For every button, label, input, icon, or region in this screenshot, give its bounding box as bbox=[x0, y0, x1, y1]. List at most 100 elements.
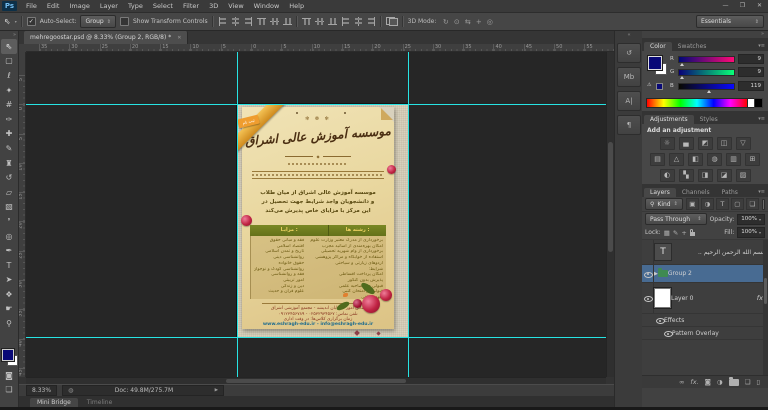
layer-filter-icon[interactable]: ◑ bbox=[700, 198, 714, 210]
tab-swatches[interactable]: Swatches bbox=[672, 42, 713, 51]
foreground-color-swatch[interactable] bbox=[647, 55, 663, 71]
distribute-right-edges-icon[interactable] bbox=[367, 17, 376, 26]
menu-item[interactable]: Edit bbox=[42, 0, 65, 12]
gamut-warning-icon[interactable]: ⚠ bbox=[647, 82, 651, 88]
eraser-tool[interactable]: ▱ bbox=[1, 185, 17, 200]
blue-value-field[interactable]: 119 bbox=[737, 81, 764, 91]
distribute-vertical-centers-icon[interactable] bbox=[315, 17, 324, 26]
layer-row-layer0[interactable]: Layer 0 fx. bbox=[642, 283, 768, 314]
layer-row-group[interactable]: ▶ Group 2 bbox=[642, 265, 768, 283]
menu-item[interactable]: Window bbox=[249, 0, 285, 12]
menu-item[interactable]: Select bbox=[148, 0, 178, 12]
menu-item[interactable]: File bbox=[21, 0, 42, 12]
pen-tool[interactable]: ✒ bbox=[1, 243, 17, 258]
lock-paint-icon[interactable]: ✎ bbox=[673, 229, 678, 237]
adjustment-icon[interactable]: ▨ bbox=[735, 169, 751, 182]
layer-name[interactable]: Layer 0 bbox=[671, 295, 693, 302]
blur-tool[interactable]: ❜ bbox=[1, 214, 17, 229]
layer-row-type[interactable]: T بسم الله الرحمن الرحيم .. bbox=[642, 240, 768, 265]
tab-layers[interactable]: Layers bbox=[644, 188, 676, 197]
panel-menu-icon[interactable]: ▾≡ bbox=[758, 116, 768, 124]
menu-item[interactable]: 3D bbox=[204, 0, 223, 12]
scrollbar-thumb[interactable] bbox=[764, 278, 767, 304]
collapse-tools-icon[interactable]: » bbox=[0, 31, 18, 39]
auto-select-checkbox[interactable]: ✓ bbox=[26, 17, 36, 26]
panel-menu-icon[interactable]: ▾≡ bbox=[758, 189, 768, 197]
quick-mask-icon[interactable]: ◙ bbox=[0, 371, 18, 383]
guide-horizontal[interactable] bbox=[26, 337, 606, 338]
healing-brush-tool[interactable]: ✚ bbox=[1, 127, 17, 142]
align-left-edges-icon[interactable] bbox=[218, 17, 227, 26]
guide-vertical[interactable] bbox=[408, 52, 409, 377]
lock-position-icon[interactable]: + bbox=[681, 229, 686, 237]
layer-filter-icon[interactable]: ▢ bbox=[730, 198, 744, 210]
shape-tool[interactable]: ❖ bbox=[1, 287, 17, 302]
menu-item[interactable]: Image bbox=[64, 0, 94, 12]
gamut-color-swatch[interactable] bbox=[656, 83, 663, 90]
new-group-icon[interactable] bbox=[728, 376, 739, 386]
eye-icon[interactable] bbox=[664, 329, 673, 337]
history-icon[interactable]: ↺ bbox=[617, 43, 641, 63]
lasso-tool[interactable]: ℓ bbox=[1, 68, 17, 83]
adjustment-icon[interactable]: ▤ bbox=[650, 153, 665, 166]
lock-transparent-icon[interactable]: ▦ bbox=[664, 229, 670, 237]
3d-slide-icon[interactable]: + bbox=[473, 18, 484, 26]
new-layer-icon[interactable]: ❏ bbox=[745, 378, 751, 386]
menu-item[interactable]: Filter bbox=[178, 0, 204, 12]
adjustment-icon[interactable]: ◐ bbox=[659, 169, 675, 182]
blue-slider[interactable] bbox=[677, 82, 735, 93]
paragraph-icon[interactable]: ¶ bbox=[617, 115, 641, 135]
visibility-toggle[interactable] bbox=[642, 265, 654, 282]
3d-roll-icon[interactable]: ⊙ bbox=[451, 18, 462, 26]
scrollbar-thumb[interactable] bbox=[608, 142, 613, 252]
link-layers-icon[interactable]: ∞ bbox=[679, 378, 684, 386]
workspace-switcher[interactable]: Essentials ⇕ bbox=[696, 15, 764, 28]
3d-drag-icon[interactable]: ⇆ bbox=[462, 18, 473, 26]
layer-thumbnail[interactable] bbox=[653, 287, 672, 309]
align-horizontal-centers-icon[interactable] bbox=[270, 17, 279, 26]
adjustment-icon[interactable]: ⊞ bbox=[745, 153, 760, 166]
horizontal-ruler[interactable]: 353025201510505101520253035404550556065 bbox=[26, 44, 614, 52]
move-tool[interactable]: ⇖ bbox=[1, 39, 17, 54]
opacity-field[interactable]: 100% ▾ bbox=[737, 213, 765, 225]
canvas-area[interactable]: ✻ ❁ ✻ موسسه آموزش عالی اشراق ◆ موسسه آمو… bbox=[26, 52, 606, 377]
panel-menu-icon[interactable]: ▾≡ bbox=[758, 43, 768, 51]
scrollbar-thumb[interactable] bbox=[226, 379, 406, 383]
align-top-edges-icon[interactable] bbox=[257, 17, 266, 26]
gradient-tool[interactable]: ▧ bbox=[1, 200, 17, 215]
slider-thumb-icon[interactable] bbox=[706, 89, 711, 93]
align-bottom-edges-icon[interactable] bbox=[283, 17, 292, 26]
quick-selection-tool[interactable]: ✦ bbox=[1, 83, 17, 98]
adjustment-icon[interactable]: ◨ bbox=[697, 169, 713, 182]
brush-tool[interactable]: ✎ bbox=[1, 141, 17, 156]
new-adjustment-icon[interactable]: ◑ bbox=[717, 378, 723, 386]
screen-mode-icon[interactable]: ❏ bbox=[0, 385, 18, 397]
layer-style-icon[interactable]: fx. bbox=[690, 378, 698, 386]
show-transform-checkbox[interactable] bbox=[119, 17, 129, 26]
eye-icon[interactable] bbox=[656, 316, 665, 324]
adjustment-icon[interactable]: ▥ bbox=[726, 153, 741, 166]
filter-kind-dropdown[interactable]: ⚲ Kind ⇕ bbox=[645, 198, 683, 210]
menu-item[interactable]: Help bbox=[284, 0, 309, 12]
tab-channels[interactable]: Channels bbox=[676, 188, 716, 197]
poster-document[interactable]: ✻ ❁ ✻ موسسه آموزش عالی اشراق ◆ موسسه آمو… bbox=[237, 104, 408, 337]
menu-item[interactable]: Type bbox=[123, 0, 148, 12]
clone-stamp-tool[interactable]: ♜ bbox=[1, 156, 17, 171]
adjustment-icon[interactable]: ◧ bbox=[688, 153, 703, 166]
collapse-panels-icon[interactable]: » bbox=[642, 31, 768, 38]
layer-row-effects[interactable]: Effects bbox=[642, 314, 768, 327]
distribute-top-edges-icon[interactable] bbox=[302, 17, 311, 26]
adjustment-icon[interactable]: ▄ bbox=[678, 137, 694, 150]
visibility-toggle[interactable] bbox=[642, 240, 654, 264]
tool-preset-arrow-icon[interactable]: ▾ bbox=[15, 19, 17, 24]
type-tool[interactable]: T bbox=[1, 258, 17, 273]
path-selection-tool[interactable]: ➤ bbox=[1, 273, 17, 288]
layer-filter-icon[interactable]: ❏ bbox=[745, 198, 759, 210]
tab-paths[interactable]: Paths bbox=[716, 188, 744, 197]
minimize-button[interactable]: — bbox=[717, 0, 734, 12]
layer-filter-icon[interactable]: ▣ bbox=[685, 198, 699, 210]
current-tool-icon[interactable]: ⇖ bbox=[4, 17, 11, 26]
status-popup-arrow-icon[interactable]: ▶ bbox=[215, 388, 218, 393]
align-right-edges-icon[interactable] bbox=[244, 17, 253, 26]
tab-close-icon[interactable]: ✕ bbox=[177, 35, 181, 41]
